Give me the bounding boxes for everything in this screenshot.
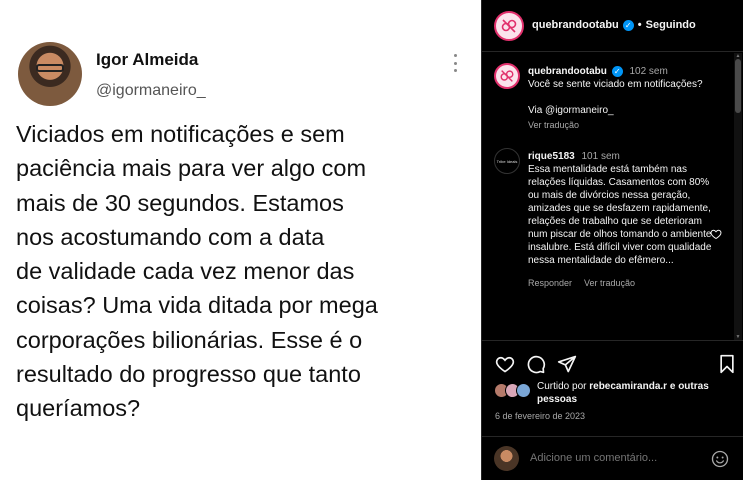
liked-by-text[interactable]: Curtido por rebecamiranda.r e outras pes… [537,380,732,406]
like-button[interactable] [494,353,516,375]
bookmark-icon [720,354,734,374]
comment-text: Essa mentalidade está também nas relaçõe… [528,164,712,266]
comment-actions: Responder Ver tradução [528,277,714,290]
comment-translate-link[interactable]: Ver tradução [584,277,635,290]
liked-prefix: Curtido por [537,381,587,392]
comment-time: 101 sem [581,151,620,162]
add-comment-row [482,436,743,480]
comment-button[interactable] [525,353,547,375]
tweet-author-handle: @igormaneiro_ [96,82,206,99]
comment-icon [527,355,546,374]
liker-avatar [516,383,531,398]
caption-username[interactable]: quebrandootabu [528,66,607,77]
caption-time: 102 sem [629,66,668,77]
add-comment-input[interactable] [530,452,700,464]
tweet-author-name: Igor Almeida [96,50,199,69]
caption-text: Você se sente viciado em notificações? V… [528,79,703,116]
comments-list: quebrandootabu ✓ 102 sem Você se sente v… [482,53,732,340]
heart-icon [495,356,515,373]
caption-avatar[interactable] [494,63,520,89]
comments-scrollbar[interactable]: ▲ ▼ [734,53,742,340]
header-user-line: quebrandootabu ✓ • Seguindo [532,19,696,31]
reply-link[interactable]: Responder [528,277,572,290]
verified-icon: ✓ [611,66,623,77]
brand-logo-icon [501,19,517,33]
brand-logo-icon [500,70,514,82]
emoji-icon[interactable] [711,450,729,468]
post-date: 6 de fevereiro de 2023 [495,411,586,421]
comment-avatar[interactable]: Tribe Ideals [494,148,520,174]
following-button[interactable]: Seguindo [646,19,696,31]
send-icon [557,355,577,373]
post-header: quebrandootabu ✓ • Seguindo [482,0,743,52]
comment-username[interactable]: rique5183 [528,151,575,162]
comment-like-icon[interactable] [710,228,722,240]
verified-icon: ✓ [622,19,634,31]
scroll-thumb[interactable] [735,59,741,113]
liked-by-avatars[interactable] [494,383,538,401]
header-username[interactable]: quebrandootabu [532,19,619,31]
post-panel: quebrandootabu ✓ • Seguindo quebrandoota… [481,0,743,480]
header-separator: • [637,19,642,31]
more-options-icon [452,54,458,72]
share-button[interactable] [556,353,578,375]
post-image: Igor Almeida @igormaneiro_ Viciados em n… [0,0,481,480]
caption-translate-link[interactable]: Ver tradução [528,119,724,132]
comment-body: rique5183 101 sem Essa mentalidade está … [528,150,714,290]
liked-conj: e [669,381,676,392]
current-user-avatar [494,446,519,471]
liked-user[interactable]: rebecamiranda.r [589,381,667,392]
save-button[interactable] [716,353,738,375]
caption-body: quebrandootabu ✓ 102 sem Você se sente v… [528,65,724,132]
tweet-text: Viciados em notificações e sem paciência… [16,121,378,422]
account-avatar[interactable] [494,11,524,41]
tweet-avatar [18,42,82,106]
